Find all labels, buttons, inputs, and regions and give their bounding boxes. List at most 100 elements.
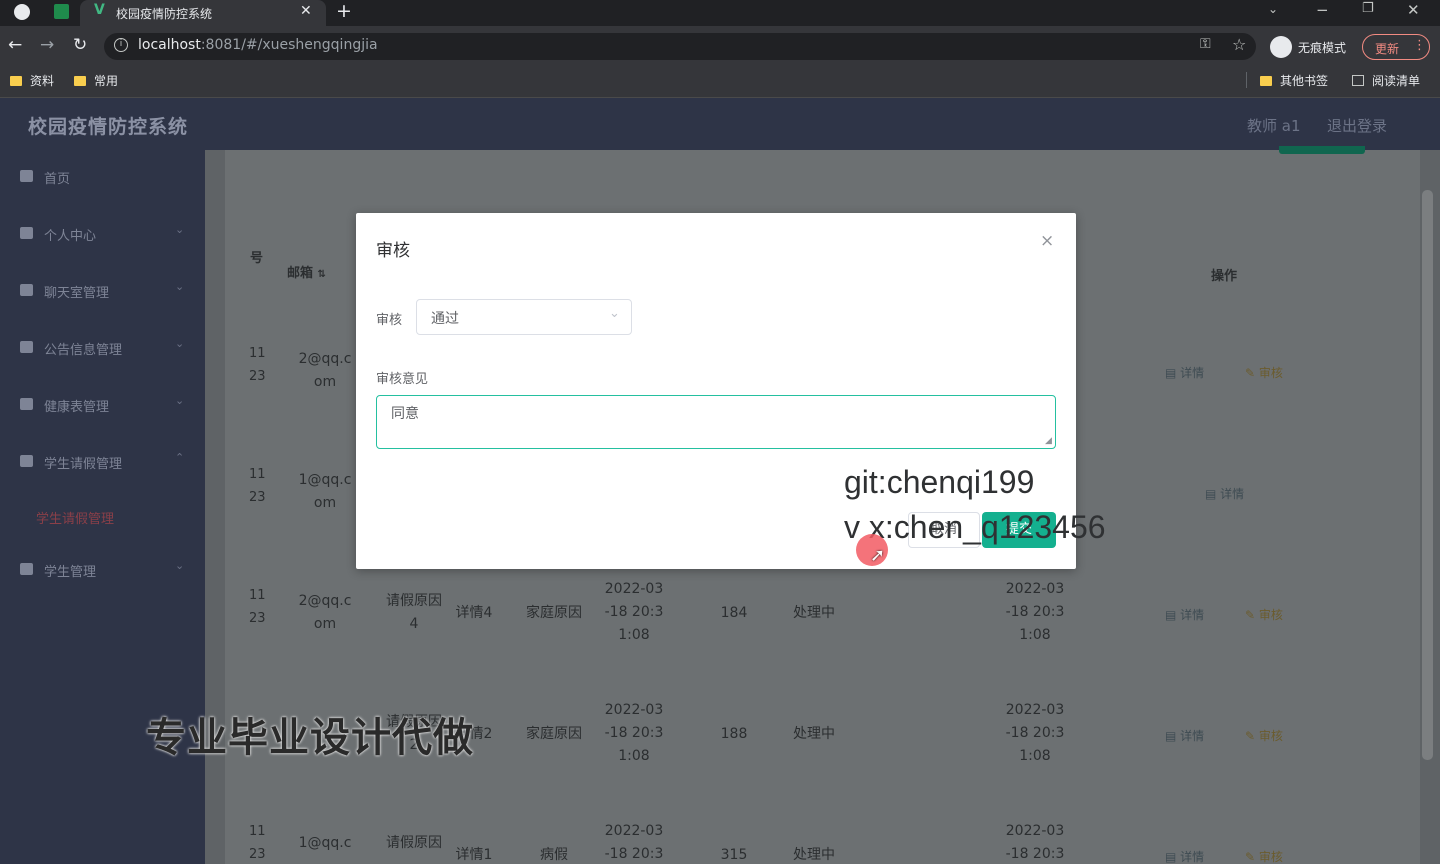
row-time: 2022-03 -18 20:3 bbox=[604, 823, 664, 862]
sidebar-item-profile[interactable]: 个人中心 ⌄ bbox=[0, 215, 205, 255]
tab-close-icon[interactable]: ✕ bbox=[300, 3, 312, 19]
update-button[interactable]: 更新 ⋮ bbox=[1362, 34, 1430, 60]
review-link[interactable]: ✎ 审核 bbox=[1245, 364, 1283, 381]
reload-icon[interactable]: ↻ bbox=[73, 35, 87, 55]
row-type: 家庭原因 bbox=[526, 726, 582, 742]
scrollbar-thumb[interactable] bbox=[1422, 190, 1433, 760]
git-watermark: git:chenqi199 bbox=[844, 464, 1035, 500]
key-icon[interactable]: ⚿ bbox=[1200, 36, 1211, 52]
info-icon[interactable]: i bbox=[114, 38, 128, 52]
detail-link[interactable]: ▤ 详情 bbox=[1205, 485, 1244, 502]
tab-title: 校园疫情防控系统 bbox=[116, 7, 213, 21]
sidebar-item-leave[interactable]: 学生请假管理 ⌃ bbox=[0, 443, 205, 483]
sidebar-item-label: 聊天室管理 bbox=[44, 286, 110, 301]
table-row: 11 23 2@qq.c om 请假原因 4 详情4 家庭原因 2022-03 -18… bbox=[225, 578, 1420, 648]
cursor-icon: ➚ bbox=[870, 545, 886, 566]
app-header: 校园疫情防控系统 教师 a1 退出登录 bbox=[0, 98, 1440, 150]
flag-icon bbox=[20, 455, 33, 467]
opinion-textarea[interactable]: 同意 ◢ bbox=[376, 395, 1056, 449]
logout-link[interactable]: 退出登录 bbox=[1327, 115, 1387, 136]
window-close-icon[interactable]: ✕ bbox=[1407, 1, 1420, 19]
app-title: 校园疫情防控系统 bbox=[28, 116, 189, 138]
row-time: 2022-03 -18 20:3 1:08 bbox=[604, 702, 664, 764]
tab-app-icon[interactable] bbox=[54, 4, 69, 19]
incognito-icon bbox=[1270, 36, 1292, 58]
tab-active[interactable]: V 校园疫情防控系统 ✕ bbox=[80, 0, 326, 26]
doc-icon: ▤ bbox=[1165, 366, 1177, 380]
review-link[interactable]: ✎ 审核 bbox=[1245, 848, 1283, 864]
back-icon[interactable]: ← bbox=[8, 35, 22, 55]
folder-icon bbox=[10, 76, 22, 86]
sidebar-item-home[interactable]: 首页 bbox=[0, 158, 205, 198]
sidebar-subitem-leave-manage[interactable]: 学生请假管理 bbox=[36, 508, 114, 527]
opinion-text: 同意 bbox=[391, 406, 419, 422]
reading-list[interactable]: 阅读清单 bbox=[1352, 72, 1420, 89]
row-time2: 2022-03 -18 20:3 1:08 bbox=[1005, 702, 1065, 764]
bookmark-item[interactable]: 常用 bbox=[74, 72, 118, 89]
column-header-number: 号 bbox=[250, 251, 264, 266]
chevron-up-icon: ⌃ bbox=[175, 451, 185, 464]
other-bookmarks[interactable]: 其他书签 bbox=[1260, 72, 1328, 89]
dialog-title: 审核 bbox=[376, 241, 410, 261]
detail-link[interactable]: ▤ 详情 bbox=[1165, 848, 1204, 864]
row-time2: 2022-03 -18 20:3 bbox=[1005, 823, 1065, 862]
globe-icon[interactable] bbox=[14, 4, 30, 20]
review-select[interactable]: 通过 ⌄ bbox=[416, 299, 632, 335]
review-link[interactable]: ✎ 审核 bbox=[1245, 606, 1283, 623]
detail-link[interactable]: ▤ 详情 bbox=[1165, 727, 1204, 744]
browser-tabbar: V 校园疫情防控系统 ✕ + ⌄ − ❐ ✕ bbox=[0, 0, 1440, 26]
menu-dots-icon: ⋮ bbox=[1413, 38, 1426, 53]
row-email: 1@qq.c bbox=[298, 835, 352, 851]
user-icon bbox=[20, 227, 33, 239]
review-select-value: 通过 bbox=[431, 311, 459, 327]
row-status: 处理中 bbox=[793, 605, 835, 621]
chevron-down-icon: ⌄ bbox=[175, 280, 185, 293]
sidebar-item-health[interactable]: 健康表管理 ⌄ bbox=[0, 386, 205, 426]
folder-icon bbox=[74, 76, 86, 86]
address-bar[interactable]: i localhost:8081/#/xueshengqingjia ⚿ ☆ bbox=[104, 33, 1256, 60]
student-icon bbox=[20, 563, 33, 575]
update-label: 更新 bbox=[1375, 42, 1400, 56]
top-action-button[interactable] bbox=[1279, 146, 1365, 154]
close-icon[interactable]: × bbox=[1040, 231, 1054, 251]
star-icon[interactable]: ☆ bbox=[1232, 35, 1246, 54]
row-time2: 2022-03 -18 20:3 1:08 bbox=[1005, 581, 1065, 643]
opinion-field-label: 审核意见 bbox=[376, 372, 429, 387]
sort-icon: ⇅ bbox=[317, 269, 326, 280]
row-email: 2@qq.c om bbox=[298, 351, 352, 390]
row-days: 315 bbox=[720, 847, 748, 863]
row-id: 11 23 bbox=[249, 467, 266, 505]
sidebar-item-label: 学生管理 bbox=[44, 565, 97, 580]
minimize-icon[interactable]: − bbox=[1316, 1, 1329, 19]
tab-search-icon[interactable]: ⌄ bbox=[1268, 2, 1278, 16]
sidebar-item-label: 公告信息管理 bbox=[44, 343, 123, 358]
row-status: 处理中 bbox=[793, 726, 835, 742]
doc-icon: ▤ bbox=[1165, 729, 1177, 743]
chevron-down-icon: ⌄ bbox=[175, 394, 185, 407]
column-header-email[interactable]: 邮箱 ⇅ bbox=[287, 262, 326, 286]
sidebar-item-chatroom[interactable]: 聊天室管理 ⌄ bbox=[0, 272, 205, 312]
table-row: 11 23 1@qq.c 请假原因 详情1 病假 2022-03 -18 20:3… bbox=[225, 820, 1420, 864]
chevron-down-icon: ⌄ bbox=[609, 306, 620, 321]
detail-link[interactable]: ▤ 详情 bbox=[1165, 364, 1204, 381]
incognito-badge[interactable]: 无痕模式 bbox=[1268, 34, 1358, 60]
incognito-label: 无痕模式 bbox=[1298, 41, 1347, 55]
vue-icon: V bbox=[94, 2, 105, 18]
restore-icon[interactable]: ❐ bbox=[1362, 1, 1374, 16]
forward-icon[interactable]: → bbox=[40, 35, 54, 55]
edit-icon: ✎ bbox=[1245, 850, 1256, 864]
bookmark-item[interactable]: 资料 bbox=[10, 72, 54, 89]
edit-icon: ✎ bbox=[1245, 366, 1256, 380]
sidebar-item-label: 学生请假管理 bbox=[44, 457, 123, 472]
sidebar-item-label: 个人中心 bbox=[44, 229, 97, 244]
sidebar-item-notice[interactable]: 公告信息管理 ⌄ bbox=[0, 329, 205, 369]
review-link[interactable]: ✎ 审核 bbox=[1245, 727, 1283, 744]
resize-handle-icon[interactable]: ◢ bbox=[1045, 436, 1052, 446]
review-field-label: 审核 bbox=[376, 313, 403, 328]
detail-link[interactable]: ▤ 详情 bbox=[1165, 606, 1204, 623]
folder-icon bbox=[1260, 76, 1272, 86]
new-tab-icon[interactable]: + bbox=[336, 0, 352, 22]
sidebar-item-students[interactable]: 学生管理 ⌄ bbox=[0, 551, 205, 591]
row-type: 家庭原因 bbox=[526, 605, 582, 621]
row-id: 11 23 bbox=[249, 824, 266, 862]
